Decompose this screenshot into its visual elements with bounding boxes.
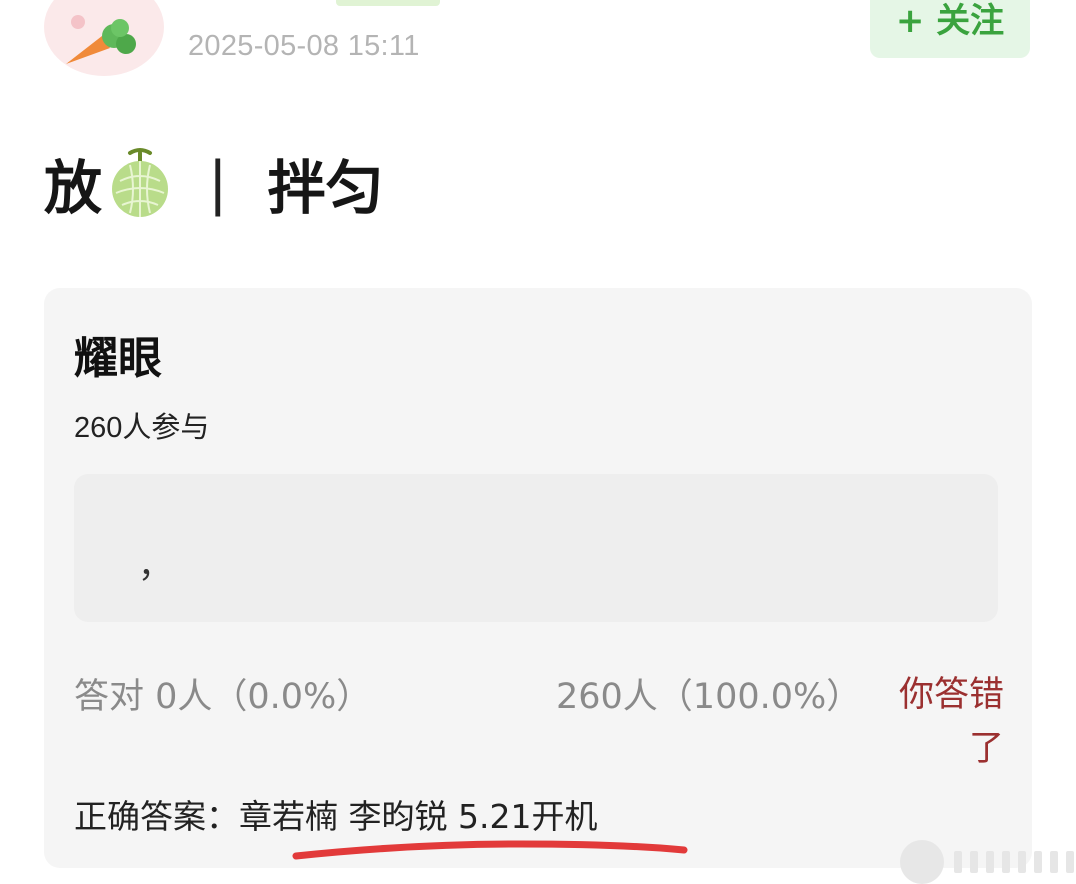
correct-count: 答对 0人（0.0%） xyxy=(74,677,372,717)
participant-count: 260人参与 xyxy=(74,412,210,444)
post-separator: | xyxy=(208,149,228,217)
watermark xyxy=(900,840,1076,884)
post-timestamp: 2025-05-08 15:11 xyxy=(188,30,420,62)
quiz-title: 耀眼 xyxy=(74,333,162,384)
red-underline-mark xyxy=(292,840,688,860)
watermark-bars-icon xyxy=(954,851,1076,873)
post-text: 放 | 拌匀 xyxy=(44,140,384,226)
watermark-logo-icon xyxy=(900,840,944,884)
post-text-start: 放 xyxy=(44,154,103,222)
wrong-count: 260人（100.0%） xyxy=(556,677,862,717)
melon-emoji-icon xyxy=(112,148,169,217)
user-badge xyxy=(336,0,440,6)
submitted-answer-text: ， xyxy=(138,546,172,586)
submitted-answer-box xyxy=(74,474,998,622)
follow-button[interactable]: + 关注 xyxy=(870,0,1030,58)
your-result-label: 你答错了 xyxy=(898,675,1004,769)
username[interactable]: momo xyxy=(188,0,282,3)
avatar[interactable] xyxy=(44,0,164,76)
post-text-end: 拌匀 xyxy=(267,154,384,222)
